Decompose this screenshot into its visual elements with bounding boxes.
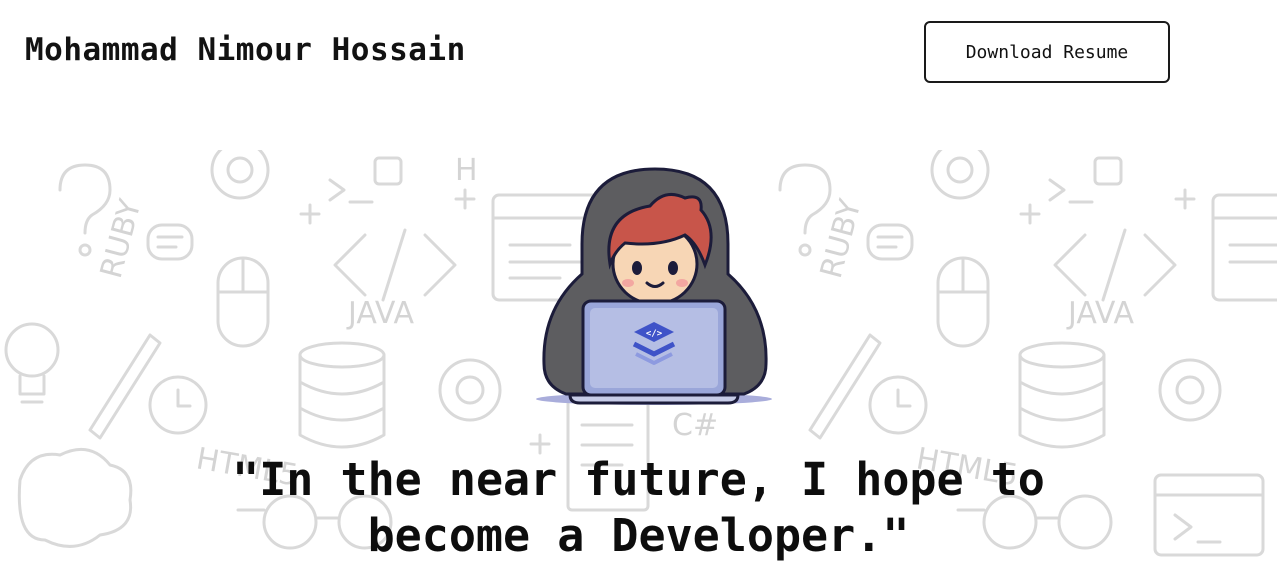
- portfolio-page: Mohammad Nimour Hossain Download Resume: [0, 0, 1277, 587]
- doodle-label-java: JAVA: [346, 296, 415, 331]
- pencil-doodle-icon: [808, 333, 882, 440]
- left-eye-icon: [632, 261, 642, 275]
- terminal-doodle-icon: [328, 178, 374, 204]
- gear-doodle-icon: [1158, 358, 1222, 422]
- question-doodle-icon: [778, 163, 832, 235]
- quote-line-2: become a Developer.": [367, 509, 910, 562]
- site-title: Mohammad Nimour Hossain: [25, 32, 466, 68]
- code-logo-glyph: </>: [646, 329, 663, 339]
- quote-line-1: "In the near future, I hope to: [232, 453, 1045, 506]
- code-brackets-doodle-icon: [1053, 228, 1177, 302]
- doodle-label-java: JAVA: [1066, 296, 1135, 331]
- terminal-doodle-icon: [1048, 178, 1094, 204]
- developer-illustration: </>: [536, 167, 772, 405]
- right-eye-icon: [668, 261, 678, 275]
- lightbulb-doodle-icon: [4, 322, 60, 378]
- site-header: Mohammad Nimour Hossain Download Resume: [0, 0, 1277, 150]
- laptop-base-icon: [568, 393, 740, 405]
- hero-section: JAVA RUBY HTML5 C# JAVA RUBY HTML5 H </>…: [0, 150, 1277, 587]
- gear-doodle-icon: [438, 358, 502, 422]
- database-doodle-icon: [298, 341, 386, 369]
- pencil-doodle-icon: [88, 333, 162, 440]
- database-doodle-icon: [1018, 341, 1106, 369]
- question-doodle-icon: [58, 163, 112, 235]
- chat-doodle-icon: [146, 223, 194, 261]
- chat-doodle-icon: [866, 223, 914, 261]
- download-resume-button[interactable]: Download Resume: [924, 21, 1170, 83]
- code-brackets-doodle-icon: [333, 228, 457, 302]
- hero-quote: "In the near future, I hope to become a …: [0, 452, 1277, 564]
- window-doodle-icon: [1211, 193, 1277, 302]
- doodle-label-h: H: [455, 153, 478, 188]
